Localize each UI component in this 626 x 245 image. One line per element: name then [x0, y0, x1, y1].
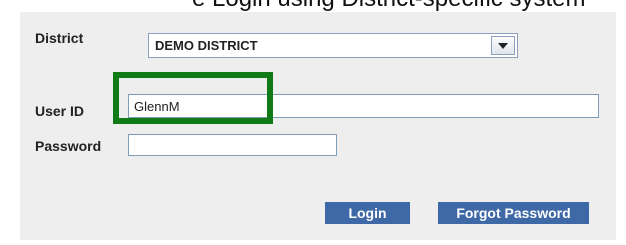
chevron-down-icon	[498, 43, 508, 49]
password-input[interactable]	[129, 135, 336, 155]
password-label: Password	[35, 138, 102, 154]
login-panel: District DEMO DISTRICT User ID Password …	[20, 12, 616, 240]
user-id-field[interactable]	[128, 94, 599, 118]
forgot-password-button[interactable]: Forgot Password	[438, 202, 589, 224]
district-label: District	[35, 30, 84, 46]
user-id-input[interactable]	[129, 95, 598, 117]
user-id-label: User ID	[35, 103, 85, 119]
dropdown-button[interactable]	[491, 36, 515, 55]
password-field[interactable]	[128, 134, 337, 156]
login-button[interactable]: Login	[325, 202, 410, 224]
district-selected-value: DEMO DISTRICT	[155, 38, 258, 53]
district-dropdown[interactable]: DEMO DISTRICT	[148, 33, 518, 58]
